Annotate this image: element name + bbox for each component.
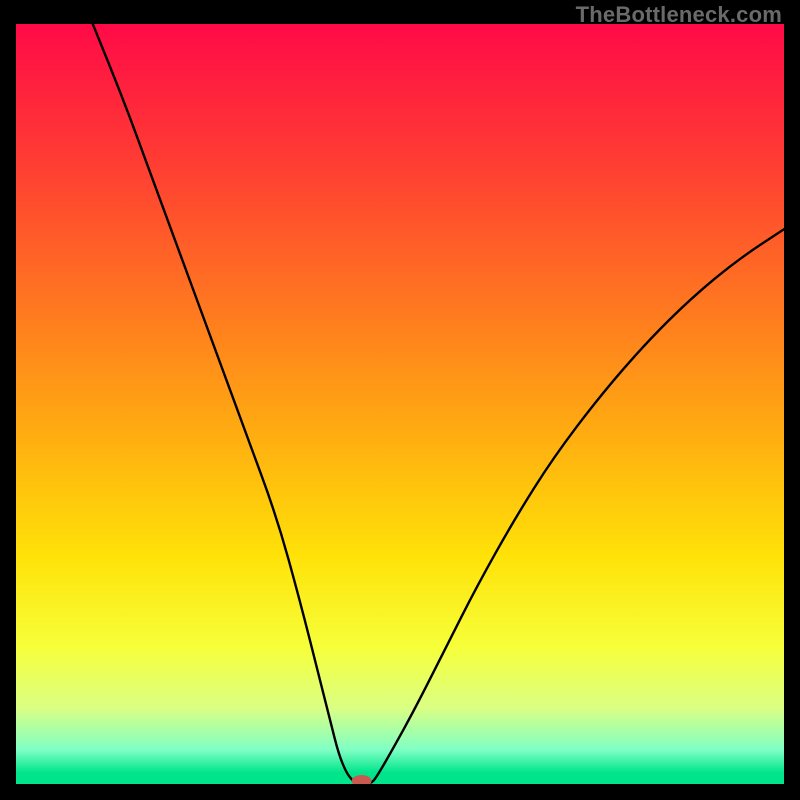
bottleneck-chart bbox=[16, 24, 784, 784]
watermark-label: TheBottleneck.com bbox=[576, 2, 782, 28]
chart-frame: TheBottleneck.com bbox=[0, 0, 800, 800]
gradient-background bbox=[16, 24, 784, 784]
